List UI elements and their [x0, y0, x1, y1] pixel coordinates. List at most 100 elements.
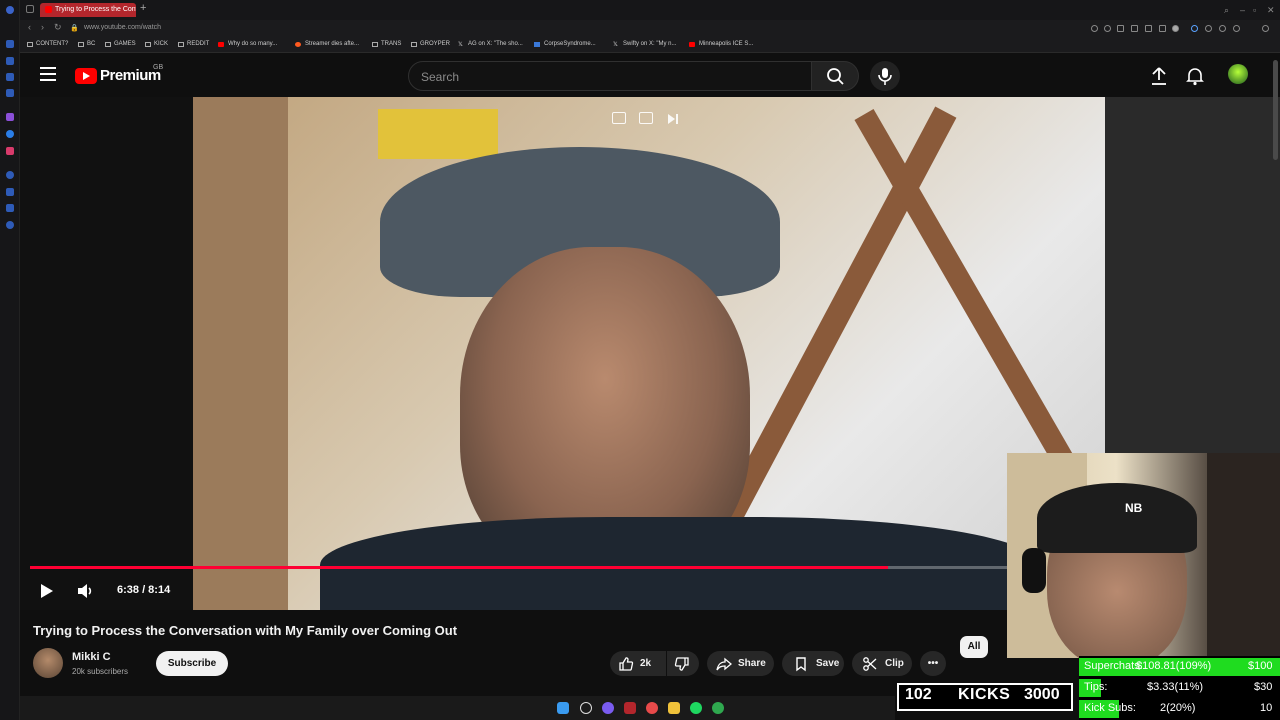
bookmark-item[interactable]: CONTENT?: [36, 41, 68, 47]
search-input[interactable]: [421, 68, 801, 86]
bookmark-item[interactable]: GAMES: [114, 41, 136, 47]
extension-icon[interactable]: [1131, 25, 1138, 32]
extension-icon[interactable]: [1104, 25, 1111, 32]
forward-icon[interactable]: ›: [41, 22, 44, 32]
upload-button[interactable]: [1150, 66, 1168, 91]
discord-icon[interactable]: [602, 702, 614, 714]
menu-icon[interactable]: [40, 67, 56, 81]
sidebar-bookmark-icon[interactable]: [6, 57, 14, 65]
x-favicon-icon: 𝕏: [458, 42, 463, 48]
dislike-button[interactable]: [667, 651, 699, 676]
page-scrollbar[interactable]: [1273, 60, 1278, 160]
bookmark-item[interactable]: Minneapolis ICE S...: [699, 41, 753, 47]
search-button[interactable]: [811, 61, 859, 91]
bookmark-item[interactable]: BC: [87, 41, 95, 47]
video-letterbox: [20, 97, 193, 610]
reddit-favicon-icon: [295, 42, 301, 47]
close-icon[interactable]: ✕: [1267, 5, 1275, 16]
sidebar-discord-icon[interactable]: [6, 113, 14, 121]
bookmark-item[interactable]: GROYPER: [420, 41, 450, 47]
channel-name[interactable]: Mikki C: [72, 651, 111, 663]
sidebar-home-icon[interactable]: [6, 40, 14, 48]
extension-icon[interactable]: [1191, 25, 1198, 32]
shield-icon[interactable]: [1145, 25, 1152, 32]
volume-button[interactable]: [75, 581, 95, 601]
mic-icon: [878, 68, 892, 85]
play-button[interactable]: [36, 581, 56, 601]
lock-icon: 🔒: [70, 25, 79, 32]
bookmark-item[interactable]: Swifty on X: "My n...: [623, 41, 676, 47]
like-icon: [619, 657, 634, 671]
zoom-icon[interactable]: [1091, 25, 1098, 32]
notifications-button[interactable]: [1186, 66, 1204, 91]
bookmark-item[interactable]: Streamer dies afte...: [305, 41, 359, 47]
tips-label: Tips:: [1084, 681, 1108, 693]
sidebar-settings-icon[interactable]: [6, 221, 14, 229]
channel-avatar[interactable]: [33, 648, 63, 678]
sidebar-history-icon[interactable]: [6, 73, 14, 81]
new-tab-button[interactable]: +: [140, 2, 146, 14]
bell-icon: [1186, 68, 1204, 86]
menu-icon[interactable]: [1262, 25, 1269, 32]
folder-icon: [27, 42, 33, 47]
back-icon[interactable]: ‹: [28, 22, 31, 32]
folder-icon: [145, 42, 151, 47]
maximize-icon[interactable]: ▫: [1253, 5, 1256, 15]
kick-subs-goal: 10: [1260, 702, 1273, 714]
sidebar-clock-icon[interactable]: [6, 171, 14, 179]
bookmark-item[interactable]: AG on X: "The sho...: [468, 41, 523, 47]
clip-button[interactable]: Clip: [852, 651, 912, 676]
folder-icon: [411, 42, 417, 47]
spotify-icon[interactable]: [690, 702, 702, 714]
bookmark-item[interactable]: TRANS: [381, 41, 401, 47]
sidebar-pin-icon[interactable]: [6, 188, 14, 196]
folder-icon[interactable]: [668, 702, 680, 714]
heart-icon[interactable]: [1172, 25, 1179, 32]
ai-icon[interactable]: [1233, 25, 1240, 32]
x-favicon-icon: 𝕏: [613, 42, 618, 48]
progress-bar[interactable]: [30, 566, 1095, 569]
app-icon[interactable]: [646, 702, 658, 714]
tab-menu-icon[interactable]: [26, 5, 34, 13]
brand-label[interactable]: Premium: [100, 67, 161, 84]
tab-active[interactable]: Trying to Process the Conv: [40, 3, 136, 17]
bookmark-item[interactable]: REDDIT: [187, 41, 209, 47]
share-button[interactable]: Share: [707, 651, 774, 676]
save-button[interactable]: Save: [782, 651, 844, 676]
extension-icon[interactable]: [1219, 25, 1226, 32]
bookmark-item[interactable]: KICK: [154, 41, 168, 47]
extension-icon[interactable]: [1117, 25, 1124, 32]
chip-all[interactable]: All: [960, 636, 988, 658]
cast-icon[interactable]: [639, 112, 653, 124]
extension-icon[interactable]: [1205, 25, 1212, 32]
youtube-logo-icon[interactable]: [75, 68, 97, 84]
play-extension-icon[interactable]: [1159, 25, 1166, 32]
address-url[interactable]: www.youtube.com/watch: [84, 24, 161, 31]
xbox-icon[interactable]: [712, 702, 724, 714]
browser-logo-icon[interactable]: [6, 6, 14, 14]
voice-search-button[interactable]: [870, 61, 900, 91]
search-tabs-icon[interactable]: ⌕: [1224, 5, 1229, 16]
subscribe-button[interactable]: Subscribe: [156, 651, 228, 676]
sidebar-messenger-icon[interactable]: [6, 130, 14, 138]
browser-sidebar: [0, 0, 20, 720]
name-badge: [378, 109, 498, 159]
avatar[interactable]: [1228, 64, 1248, 84]
sidebar-downloads-icon[interactable]: [6, 89, 14, 97]
sidebar-instagram-icon[interactable]: [6, 147, 14, 155]
like-button[interactable]: 2k: [610, 651, 666, 676]
reload-icon[interactable]: ↻: [54, 22, 62, 33]
start-icon[interactable]: [557, 702, 569, 714]
bookmark-item[interactable]: CorpseSyndrome...: [544, 41, 596, 47]
kick-subs-label: Kick Subs:: [1084, 702, 1136, 714]
browser-icon[interactable]: [624, 702, 636, 714]
minimize-icon[interactable]: –: [1240, 5, 1245, 15]
headphone-icon: [1022, 548, 1046, 593]
sidebar-cube-icon[interactable]: [6, 204, 14, 212]
more-actions-button[interactable]: •••: [920, 651, 946, 676]
miniplayer-icon[interactable]: [612, 112, 626, 124]
search-icon[interactable]: [580, 702, 592, 714]
next-icon[interactable]: [667, 112, 681, 124]
bookmark-item[interactable]: Why do so many...: [228, 41, 277, 47]
video-player[interactable]: 6:38 / 8:14: [20, 97, 1105, 610]
